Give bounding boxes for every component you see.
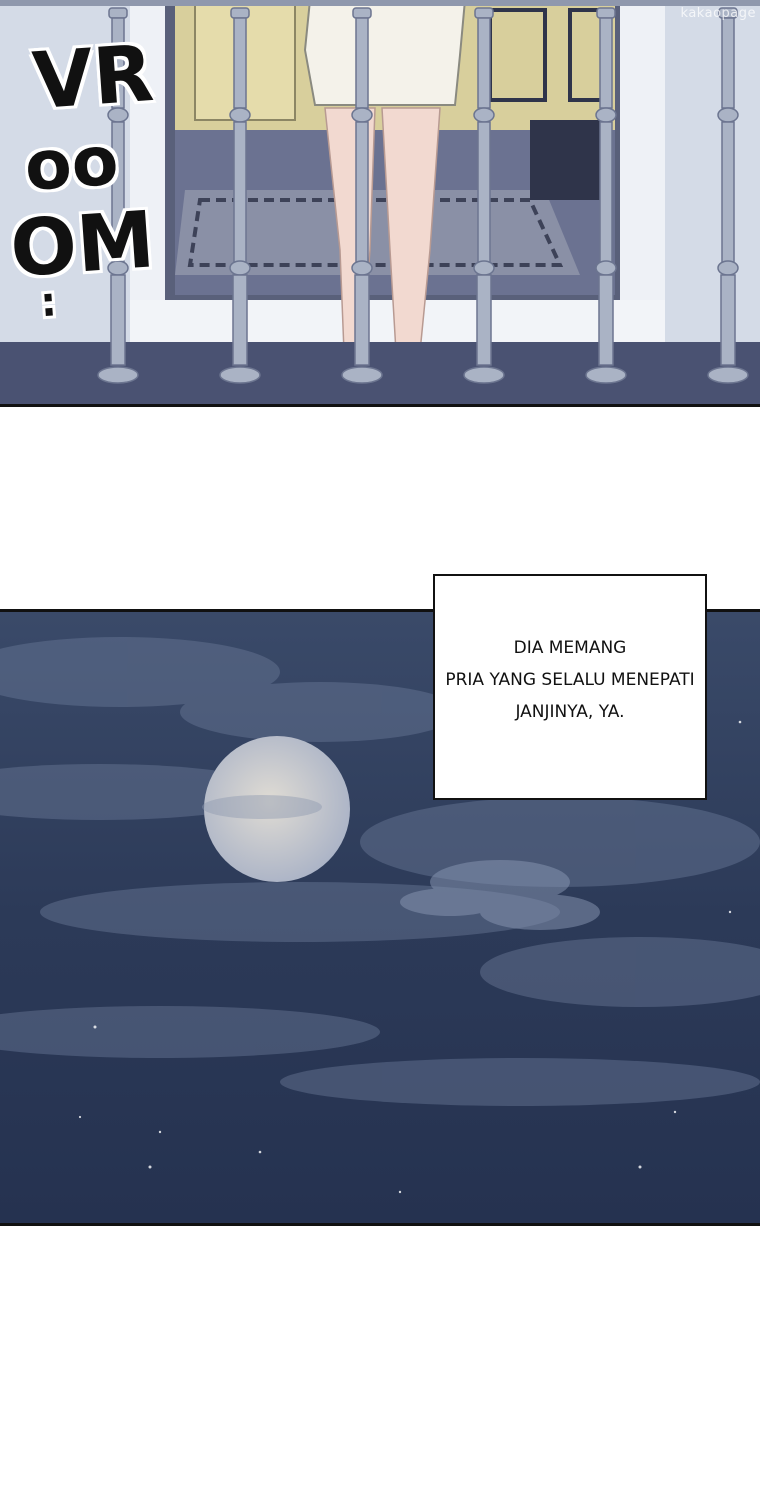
sfx-line: VR: [29, 28, 157, 128]
caption-text: DIA MEMANG PRIA YANG SELALU MENEPATI JAN…: [445, 632, 694, 728]
watermark: kakaopage: [680, 6, 756, 21]
caption-line: DIA MEMANG: [513, 638, 627, 658]
sound-effect: VR oo OM :: [0, 28, 170, 326]
sfx-line: OM: [7, 195, 158, 296]
caption-line: PRIA YANG SELALU MENEPATI: [445, 670, 695, 690]
caption-box: DIA MEMANG PRIA YANG SELALU MENEPATI JAN…: [433, 574, 707, 800]
sfx-line: oo: [22, 121, 121, 207]
caption-line: JANJINYA, YA.: [515, 702, 625, 722]
